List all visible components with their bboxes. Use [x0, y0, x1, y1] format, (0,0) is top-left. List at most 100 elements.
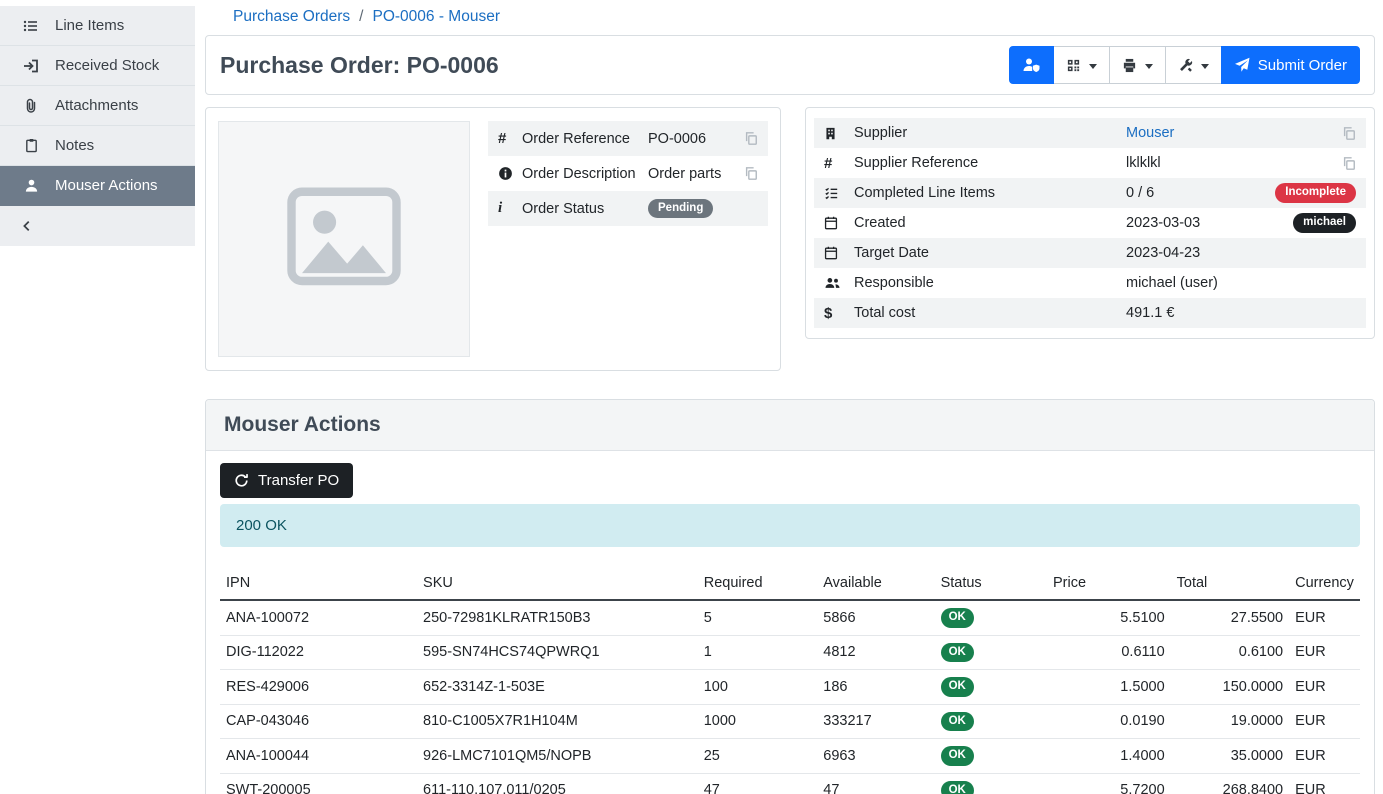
detail-row-completed-line-items: Completed Line Items 0 / 6 Incomplete — [814, 178, 1366, 208]
copy-icon[interactable] — [1342, 156, 1356, 171]
breadcrumb-link-purchase-orders[interactable]: Purchase Orders — [233, 8, 350, 26]
col-header-required: Required — [698, 567, 818, 600]
supplier-details-card: Supplier Mouser Supplier Reference lklkl… — [805, 107, 1375, 339]
list-check-icon — [824, 186, 854, 200]
col-header-price: Price — [1047, 567, 1171, 600]
mouser-actions-header: Mouser Actions — [206, 400, 1374, 451]
cell-total: 27.5500 — [1171, 600, 1289, 635]
col-header-total: Total — [1171, 567, 1289, 600]
cell-sku: 250-72981KLRATR150B3 — [417, 600, 698, 635]
sidebar-item-label: Received Stock — [55, 57, 159, 74]
detail-label: Responsible — [854, 275, 1126, 291]
order-image-placeholder[interactable] — [218, 121, 470, 357]
list-icon — [22, 18, 40, 34]
printer-icon — [1122, 58, 1137, 73]
user-roles-button[interactable] — [1009, 46, 1054, 84]
detail-value: lklklkl — [1126, 155, 1342, 171]
ok-badge: OK — [941, 712, 974, 732]
notes-icon — [22, 138, 40, 153]
detail-value: PO-0006 — [648, 131, 744, 147]
detail-label: Supplier — [854, 125, 1126, 141]
cell-available: 5866 — [817, 600, 934, 635]
cell-price: 0.0190 — [1047, 704, 1171, 739]
cell-available: 47 — [817, 773, 934, 794]
detail-row-responsible: Responsible michael (user) — [814, 268, 1366, 298]
mouser-actions-panel: Mouser Actions Transfer PO 200 OK IPN SK — [205, 399, 1375, 794]
detail-value: Pending — [648, 199, 758, 219]
breadcrumb-link-current[interactable]: PO-0006 - Mouser — [372, 8, 500, 26]
detail-row-order-description: Order Description Order parts — [488, 156, 768, 191]
sidebar-item-label: Line Items — [55, 17, 124, 34]
copy-icon[interactable] — [1342, 126, 1356, 141]
cell-required: 5 — [698, 600, 818, 635]
sidebar-item-notes[interactable]: Notes — [0, 126, 195, 166]
cell-ipn: RES-429006 — [220, 670, 417, 705]
sidebar-item-received-stock[interactable]: Received Stock — [0, 46, 195, 86]
chevron-left-icon — [20, 219, 34, 233]
page-title: Purchase Order: PO-0006 — [220, 52, 499, 79]
order-details-card: Order Reference PO-0006 Order Descriptio… — [205, 107, 781, 371]
sign-in-icon — [22, 58, 40, 74]
supplier-link[interactable]: Mouser — [1126, 125, 1174, 141]
cell-sku: 652-3314Z-1-503E — [417, 670, 698, 705]
ok-badge: OK — [941, 643, 974, 663]
cell-currency: EUR — [1289, 670, 1360, 705]
main-content: Purchase Orders PO-0006 - Mouser Purchas… — [195, 0, 1383, 794]
detail-value: 491.1 € — [1126, 305, 1356, 321]
detail-value: Order parts — [648, 166, 744, 182]
detail-value: Mouser — [1126, 125, 1342, 141]
panel-title: Mouser Actions — [224, 413, 1356, 437]
cell-sku: 810-C1005X7R1H104M — [417, 704, 698, 739]
paperclip-icon — [22, 98, 40, 114]
cell-currency: EUR — [1289, 600, 1360, 635]
cell-ipn: DIG-112022 — [220, 635, 417, 670]
submit-order-button[interactable]: Submit Order — [1221, 46, 1360, 84]
breadcrumb: Purchase Orders PO-0006 - Mouser — [205, 5, 1375, 35]
detail-label: Target Date — [854, 245, 1126, 261]
sidebar: Line Items Received Stock Attachments No… — [0, 0, 195, 794]
calendar-icon — [824, 216, 854, 230]
table-row: DIG-112022 595-SN74HCS74QPWRQ1 1 4812 OK… — [220, 635, 1360, 670]
table-row: ANA-100044 926-LMC7101QM5/NOPB 25 6963 O… — [220, 739, 1360, 774]
copy-icon[interactable] — [744, 131, 758, 146]
print-actions-button[interactable] — [1109, 46, 1166, 84]
transfer-po-button[interactable]: Transfer PO — [220, 463, 353, 498]
hash-icon — [824, 155, 854, 172]
chevron-down-icon — [1145, 64, 1153, 69]
incomplete-badge: Incomplete — [1275, 183, 1356, 203]
copy-icon[interactable] — [744, 166, 758, 181]
order-details-table: Order Reference PO-0006 Order Descriptio… — [488, 121, 768, 357]
detail-label: Order Reference — [522, 131, 648, 147]
detail-label: Created — [854, 215, 1126, 231]
chevron-down-icon — [1201, 64, 1209, 69]
sidebar-item-line-items[interactable]: Line Items — [0, 6, 195, 46]
cell-price: 1.4000 — [1047, 739, 1171, 774]
hash-icon — [498, 130, 522, 147]
table-row: RES-429006 652-3314Z-1-503E 100 186 OK 1… — [220, 670, 1360, 705]
cell-available: 333217 — [817, 704, 934, 739]
detail-label: Order Description — [522, 166, 648, 182]
mouser-order-table: IPN SKU Required Available Status Price … — [220, 567, 1360, 794]
sidebar-collapse-button[interactable] — [0, 206, 195, 246]
barcode-actions-button[interactable] — [1053, 46, 1110, 84]
cell-ipn: ANA-100072 — [220, 600, 417, 635]
cell-status: OK — [935, 670, 1047, 705]
cell-ipn: ANA-100044 — [220, 739, 417, 774]
col-header-available: Available — [817, 567, 934, 600]
cell-total: 19.0000 — [1171, 704, 1289, 739]
cell-status: OK — [935, 739, 1047, 774]
detail-value: 2023-03-03 — [1126, 215, 1293, 231]
detail-label: Total cost — [854, 305, 1126, 321]
cell-price: 5.5100 — [1047, 600, 1171, 635]
detail-label: Supplier Reference — [854, 155, 1126, 171]
cell-available: 6963 — [817, 739, 934, 774]
sidebar-item-mouser-actions[interactable]: Mouser Actions — [0, 166, 195, 206]
cell-price: 5.7200 — [1047, 773, 1171, 794]
cell-available: 186 — [817, 670, 934, 705]
cell-ipn: SWT-200005 — [220, 773, 417, 794]
sidebar-item-attachments[interactable]: Attachments — [0, 86, 195, 126]
order-actions-button[interactable] — [1165, 46, 1222, 84]
transfer-po-label: Transfer PO — [258, 472, 339, 489]
detail-row-supplier: Supplier Mouser — [814, 118, 1366, 148]
chevron-down-icon — [1089, 64, 1097, 69]
